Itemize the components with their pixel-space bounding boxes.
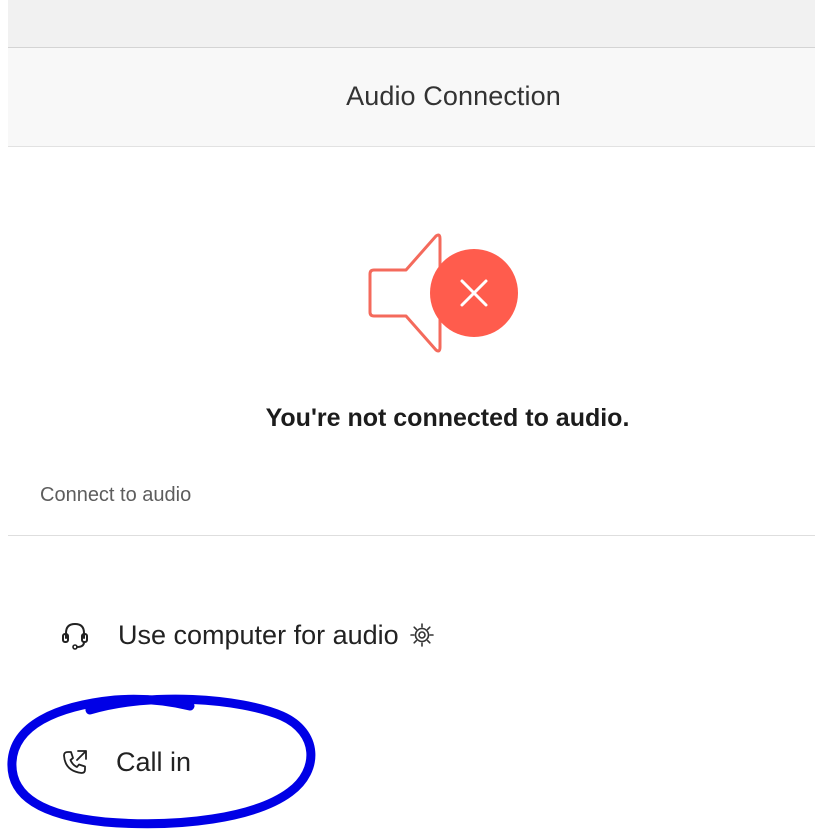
call-in-label: Call in xyxy=(116,746,192,777)
use-computer-audio-option[interactable]: Use computer for audio xyxy=(50,604,510,666)
use-computer-audio-label: Use computer for audio xyxy=(118,619,399,650)
speaker-muted-icon xyxy=(368,233,518,353)
headset-icon xyxy=(60,620,90,650)
dialog-header: Audio Connection xyxy=(8,48,815,147)
phone-call-out-icon xyxy=(60,747,90,777)
audio-status-message: You're not connected to audio. xyxy=(265,404,630,432)
call-in-option[interactable]: Call in xyxy=(50,731,250,793)
gear-icon[interactable] xyxy=(409,622,435,648)
connect-section-label: Connect to audio xyxy=(40,484,192,506)
section-divider xyxy=(8,535,815,536)
dialog-title: Audio Connection xyxy=(346,81,561,111)
window-top-bar xyxy=(8,0,815,48)
